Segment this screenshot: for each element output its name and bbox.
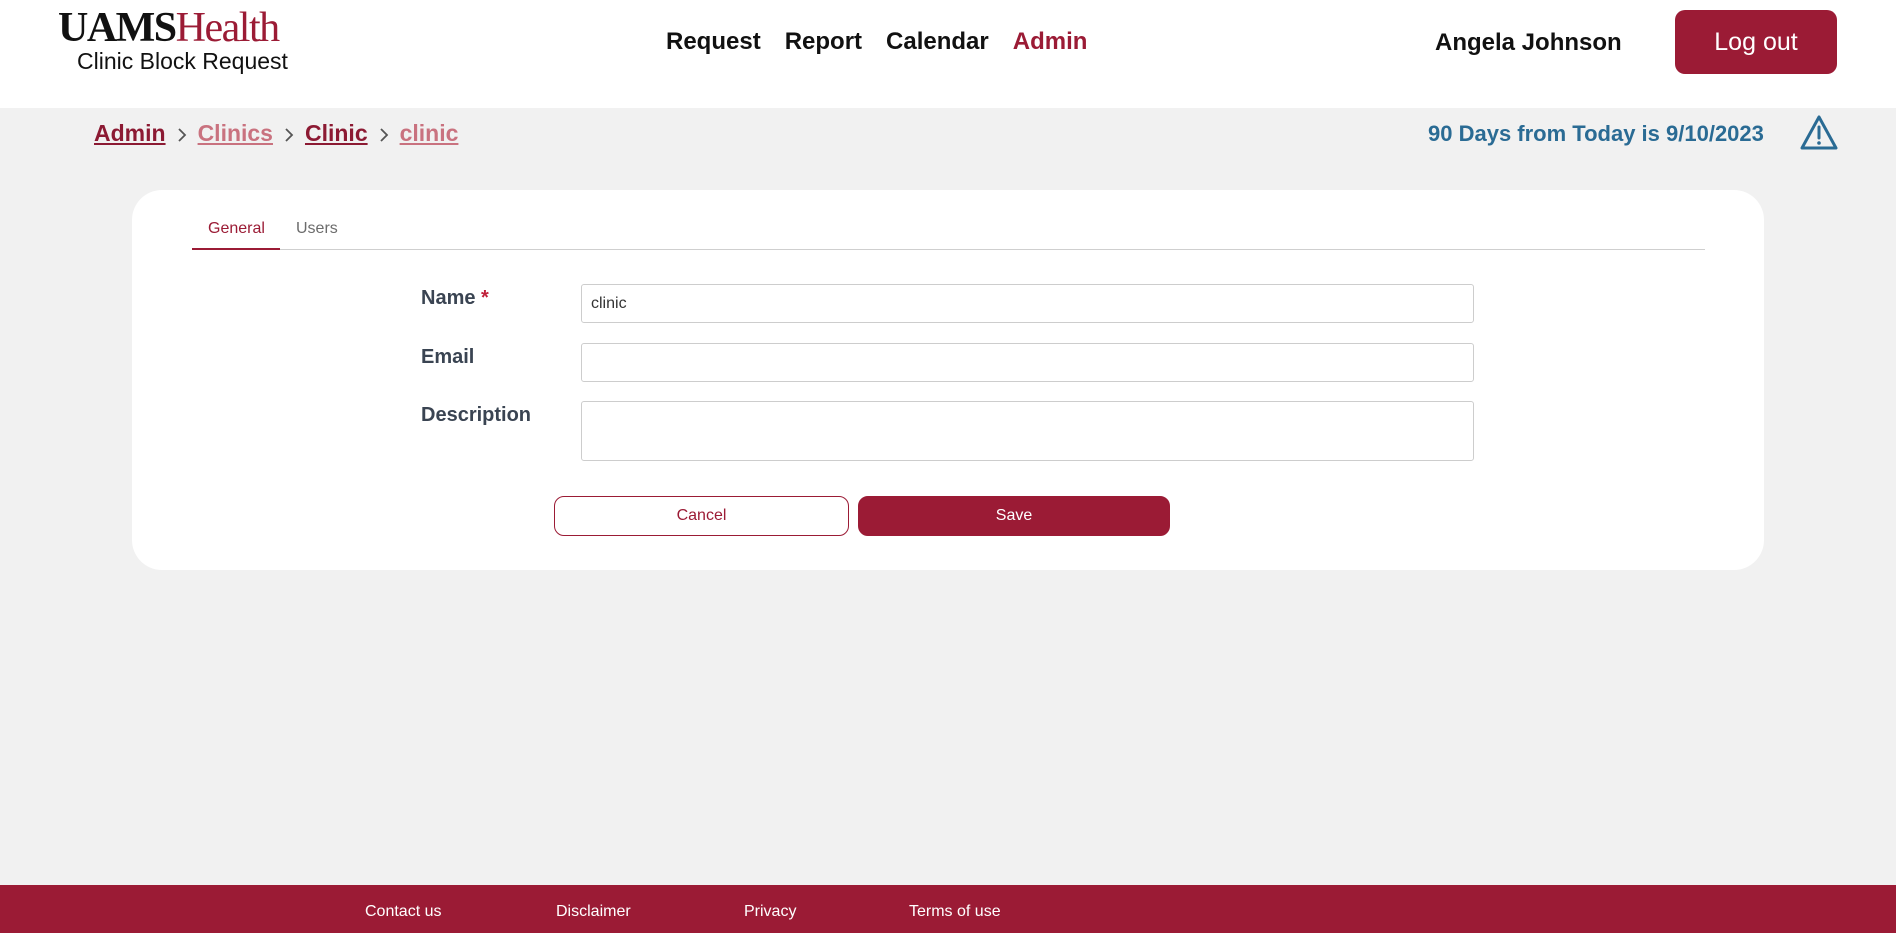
app-footer: Contact us Disclaimer Privacy Terms of u… — [0, 885, 1896, 933]
breadcrumb: Admin Clinics Clinic clinic — [94, 120, 458, 147]
uams-health-logo[interactable]: UAMSHealth Clinic Block Request — [58, 6, 318, 75]
breadcrumb-clinic[interactable]: Clinic — [305, 120, 368, 147]
nav-admin[interactable]: Admin — [1013, 28, 1088, 56]
logo-brand-main: UAMS — [58, 5, 177, 51]
chevron-right-icon — [368, 120, 400, 147]
breadcrumb-current[interactable]: clinic — [400, 120, 459, 147]
tab-bar: General Users — [192, 220, 1705, 250]
email-input[interactable] — [581, 343, 1474, 382]
name-label: Name * — [421, 287, 489, 310]
save-button[interactable]: Save — [858, 496, 1170, 536]
footer-privacy-link[interactable]: Privacy — [744, 903, 796, 921]
email-label: Email — [421, 346, 475, 368]
app-header: UAMSHealth Clinic Block Request Request … — [0, 0, 1896, 108]
active-tab-indicator — [192, 248, 280, 250]
breadcrumb-clinics[interactable]: Clinics — [198, 120, 273, 147]
user-name: Angela Johnson — [1435, 29, 1622, 56]
name-label-text: Name — [421, 287, 476, 309]
name-input[interactable] — [581, 284, 1474, 323]
description-textarea[interactable] — [581, 401, 1474, 461]
chevron-right-icon — [273, 120, 305, 147]
tab-general[interactable]: General — [208, 220, 265, 238]
ninety-day-notice: 90 Days from Today is 9/10/2023 — [1428, 121, 1764, 146]
nav-calendar[interactable]: Calendar — [886, 28, 989, 56]
logout-button[interactable]: Log out — [1675, 10, 1837, 74]
nav-request[interactable]: Request — [666, 28, 761, 56]
clinic-edit-card: General Users Name * Email Description C… — [132, 190, 1764, 570]
description-label: Description — [421, 404, 532, 426]
cancel-button[interactable]: Cancel — [554, 496, 849, 536]
breadcrumb-admin[interactable]: Admin — [94, 120, 166, 147]
main-nav: Request Report Calendar Admin — [666, 28, 1087, 56]
logo-wordmark: UAMSHealth — [58, 6, 318, 50]
nav-report[interactable]: Report — [785, 28, 862, 56]
chevron-right-icon — [166, 120, 198, 147]
app-subtitle: Clinic Block Request — [77, 48, 288, 74]
tab-users[interactable]: Users — [296, 220, 338, 238]
footer-contact-link[interactable]: Contact us — [365, 903, 441, 921]
warning-triangle-icon[interactable] — [1799, 114, 1839, 152]
logo-brand-accent: Health — [175, 5, 280, 51]
required-marker: * — [481, 287, 489, 309]
footer-disclaimer-link[interactable]: Disclaimer — [556, 903, 631, 921]
footer-terms-link[interactable]: Terms of use — [909, 903, 1001, 921]
